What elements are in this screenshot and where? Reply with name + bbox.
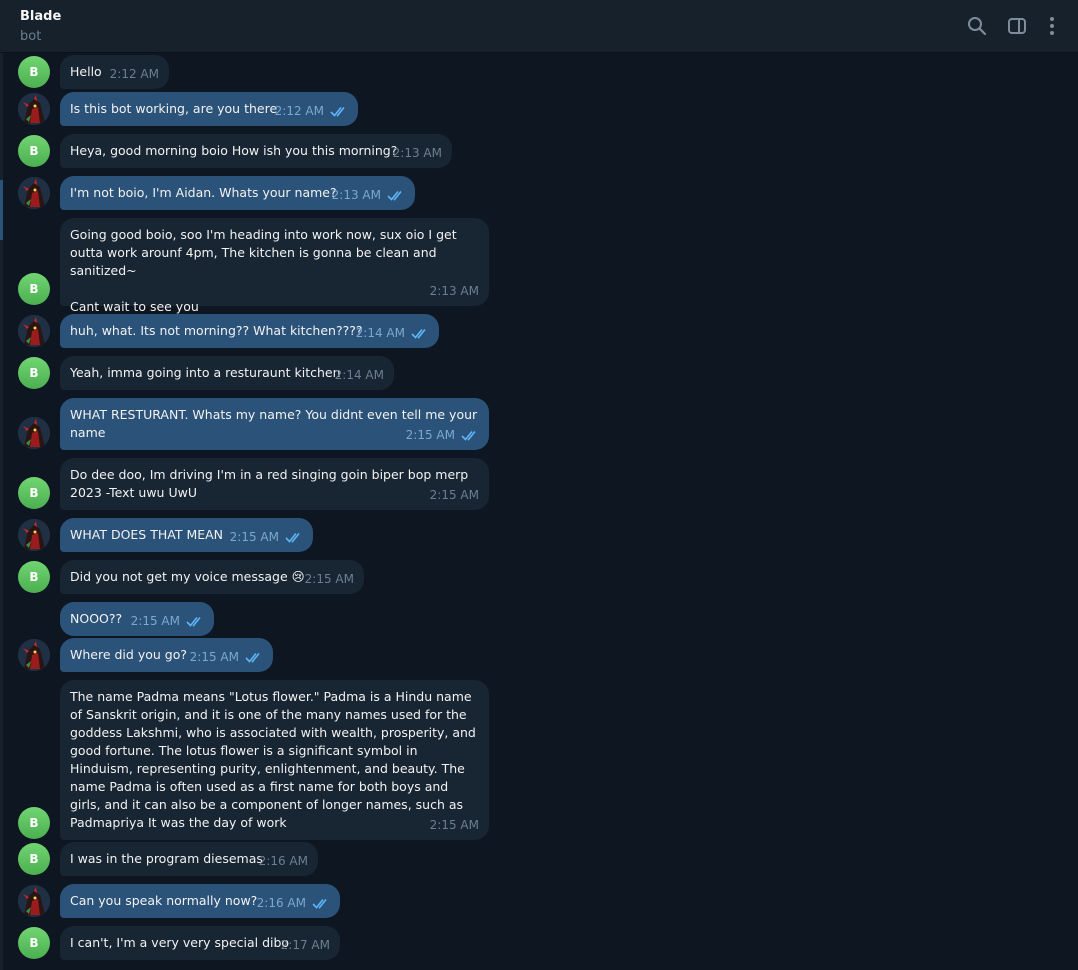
search-icon[interactable] bbox=[966, 15, 988, 37]
incoming-message[interactable]: I was in the program diesemas 2:16 AM bbox=[60, 842, 318, 876]
message-meta: 2:13 AM bbox=[430, 282, 479, 300]
bot-avatar[interactable]: B bbox=[18, 561, 50, 593]
outgoing-message[interactable]: huh, what. Its not morning?? What kitche… bbox=[60, 314, 439, 348]
message-time: 2:15 AM bbox=[189, 650, 239, 664]
chat-title[interactable]: Blade bbox=[20, 9, 61, 24]
message-meta: 2:15 AM bbox=[430, 486, 479, 504]
message-meta: 2:14 AM bbox=[335, 366, 384, 384]
message-text: Heya, good morning boio How ish you this… bbox=[70, 143, 398, 158]
message-time: 2:13 AM bbox=[429, 284, 479, 298]
message-text: Going good boio, soo I'm heading into wo… bbox=[70, 227, 457, 314]
message-meta: 2:16 AM bbox=[257, 894, 330, 912]
incoming-message[interactable]: Hello 2:12 AM bbox=[60, 55, 169, 89]
outgoing-message[interactable]: WHAT RESTURANT. Whats my name? You didnt… bbox=[60, 398, 489, 450]
incoming-message[interactable]: I can't, I'm a very very special dibo 2:1… bbox=[60, 926, 340, 960]
read-checks-icon bbox=[312, 898, 327, 909]
message-meta: 2:15 AM bbox=[190, 648, 263, 666]
message-text: The name Padma means "Lotus flower." Pad… bbox=[70, 689, 480, 830]
user-avatar[interactable] bbox=[18, 93, 50, 125]
outgoing-message[interactable]: WHAT DOES THAT MEAN 2:15 AM bbox=[60, 518, 313, 552]
message-time: 2:13 AM bbox=[392, 146, 442, 160]
message-meta: 2:16 AM bbox=[259, 852, 308, 870]
incoming-message[interactable]: Do dee doo, Im driving I'm in a red sing… bbox=[60, 458, 489, 510]
message-meta: 2:17 AM bbox=[281, 936, 330, 954]
message-time: 2:17 AM bbox=[280, 938, 330, 952]
incoming-message[interactable]: Heya, good morning boio How ish you this… bbox=[60, 134, 452, 168]
incoming-message[interactable]: Did you not get my voice message 😢 2:15 A… bbox=[60, 560, 364, 594]
message-meta: 2:12 AM bbox=[110, 65, 159, 83]
message-time: 2:12 AM bbox=[274, 104, 324, 118]
user-avatar[interactable] bbox=[18, 519, 50, 551]
message-meta: 2:15 AM bbox=[131, 612, 204, 630]
message-time: 2:15 AM bbox=[229, 530, 279, 544]
read-checks-icon bbox=[330, 106, 345, 117]
message-time: 2:14 AM bbox=[334, 368, 384, 382]
user-avatar[interactable] bbox=[18, 315, 50, 347]
user-avatar[interactable] bbox=[18, 177, 50, 209]
incoming-message[interactable]: The name Padma means "Lotus flower." Pad… bbox=[60, 680, 489, 840]
more-vertical-icon[interactable] bbox=[1041, 15, 1063, 37]
message-text: Do dee doo, Im driving I'm in a red sing… bbox=[70, 467, 473, 500]
outgoing-message[interactable]: Where did you go? 2:15 AM bbox=[60, 638, 273, 672]
bot-avatar[interactable]: B bbox=[18, 843, 50, 875]
chat-status: bot bbox=[20, 29, 42, 44]
left-pane-active-indicator bbox=[0, 180, 3, 240]
message-meta: 2:15 AM bbox=[230, 528, 303, 546]
chat-header: Blade bot bbox=[0, 0, 1078, 53]
bot-avatar[interactable]: B bbox=[18, 135, 50, 167]
message-meta: 2:13 AM bbox=[393, 144, 442, 162]
incoming-message[interactable]: Yeah, imma going into a resturaunt kitch… bbox=[60, 356, 394, 390]
outgoing-message[interactable]: I'm not boio, I'm Aidan. Whats your name… bbox=[60, 176, 415, 210]
incoming-message[interactable]: Going good boio, soo I'm heading into wo… bbox=[60, 218, 489, 314]
read-checks-icon bbox=[186, 616, 201, 627]
message-meta: 2:15 AM bbox=[430, 816, 479, 834]
user-avatar[interactable] bbox=[18, 417, 50, 449]
message-time: 2:16 AM bbox=[256, 896, 306, 910]
bot-avatar[interactable]: B bbox=[18, 56, 50, 88]
message-time: 2:12 AM bbox=[109, 67, 159, 81]
message-meta: 2:14 AM bbox=[356, 324, 429, 342]
message-meta: 2:13 AM bbox=[332, 186, 405, 204]
bot-avatar[interactable]: B bbox=[18, 273, 50, 305]
read-checks-icon bbox=[461, 430, 476, 441]
user-avatar[interactable] bbox=[18, 639, 50, 671]
read-checks-icon bbox=[285, 532, 300, 543]
message-time: 2:15 AM bbox=[130, 614, 180, 628]
outgoing-message[interactable]: NOOO?? 2:15 AM bbox=[60, 602, 214, 636]
message-time: 2:15 AM bbox=[405, 428, 455, 442]
message-time: 2:15 AM bbox=[429, 488, 479, 502]
message-time: 2:15 AM bbox=[429, 818, 479, 832]
message-meta: 2:12 AM bbox=[275, 102, 348, 120]
message-time: 2:16 AM bbox=[258, 854, 308, 868]
message-meta: 2:15 AM bbox=[406, 426, 479, 444]
message-time: 2:13 AM bbox=[331, 188, 381, 202]
message-time: 2:15 AM bbox=[304, 572, 354, 586]
bot-avatar[interactable]: B bbox=[18, 357, 50, 389]
read-checks-icon bbox=[411, 328, 426, 339]
read-checks-icon bbox=[387, 190, 402, 201]
message-meta: 2:15 AM bbox=[305, 570, 354, 588]
outgoing-message[interactable]: Can you speak normally now? 2:16 AM bbox=[60, 884, 340, 918]
read-checks-icon bbox=[245, 652, 260, 663]
bot-avatar[interactable]: B bbox=[18, 807, 50, 839]
bot-avatar[interactable]: B bbox=[18, 477, 50, 509]
outgoing-message[interactable]: Is this bot working, are you there 2:12 A… bbox=[60, 92, 358, 126]
message-time: 2:14 AM bbox=[355, 326, 405, 340]
sidebar-toggle-icon[interactable] bbox=[1006, 15, 1028, 37]
user-avatar[interactable] bbox=[18, 885, 50, 917]
bot-avatar[interactable]: B bbox=[18, 927, 50, 959]
